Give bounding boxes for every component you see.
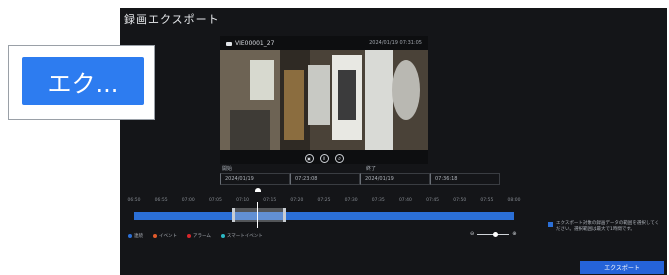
legend-swatch (153, 234, 157, 238)
zoom-slider[interactable] (477, 231, 510, 237)
timeline-tick: 07:40 (398, 198, 412, 203)
export-button[interactable]: エクスポート (580, 261, 664, 274)
legend-item: スマートイベント (220, 233, 263, 239)
rewind-icon[interactable]: ↺ (334, 154, 344, 163)
selection-range[interactable] (232, 208, 286, 222)
timeline-tick: 07:30 (344, 198, 358, 203)
legend-label: スマートイベント (226, 234, 263, 239)
timeline-tick: 07:05 (208, 198, 222, 203)
start-time-field[interactable]: 07:23:08 (290, 173, 360, 185)
end-label: 終了 (366, 166, 377, 172)
playhead-handle[interactable] (255, 188, 261, 192)
timeline-tick: 08:00 (507, 198, 521, 203)
camera-name: VIE00001_27 (235, 40, 275, 47)
video-controls: ▣ Ⅱ ↺ (220, 154, 428, 164)
timeline-tick: 07:50 (453, 198, 467, 203)
video-timestamp: 2024/01/19 07:31:05 (369, 40, 422, 46)
end-time-field[interactable]: 07:36:18 (430, 173, 500, 185)
camera-icon (226, 41, 232, 46)
video-image (220, 50, 428, 150)
timeline-tick: 07:10 (236, 198, 250, 203)
note-text: エクスポート対象の録画データの範囲を選択してください。選択範囲は最大で1時間です… (556, 221, 660, 232)
end-date-field[interactable]: 2024/01/19 (360, 173, 430, 185)
export-note: エクスポート対象の録画データの範囲を選択してください。選択範囲は最大で1時間です… (548, 221, 660, 233)
legend-label: 連続 (134, 234, 143, 239)
legend-label: アラーム (193, 234, 211, 239)
zoomed-button-callout: エク... (8, 45, 155, 120)
export-dialog: 録画エクスポート VIE00001_27 2024/01/19 07:31:05 (120, 8, 667, 275)
zoom-control: ⊖ ⊕ (470, 231, 516, 237)
start-date-field[interactable]: 2024/01/19 (220, 173, 290, 185)
video-panel: VIE00001_27 2024/01/19 07:31:05 ▣ Ⅱ ↺ (220, 36, 428, 164)
recording-bar[interactable] (134, 212, 514, 220)
timeline-tick: 07:55 (480, 198, 494, 203)
callout-button-preview: エク... (22, 57, 144, 105)
legend-label: イベント (159, 234, 177, 239)
timeline-tick: 07:15 (263, 198, 277, 203)
pause-icon[interactable]: Ⅱ (319, 154, 329, 163)
timeline-tick: 07:35 (371, 198, 385, 203)
timeline-ticks: 06:50 06:55 07:00 07:05 07:10 07:15 07:20 07:25… (120, 198, 521, 206)
snapshot-icon[interactable]: ▣ (304, 154, 314, 163)
legend-swatch (220, 234, 225, 238)
legend-item: イベント (153, 233, 177, 239)
camera-label: VIE00001_27 (226, 40, 274, 47)
info-icon (548, 222, 553, 227)
legend-item: 連続 (128, 233, 143, 239)
legend-swatch (128, 234, 132, 238)
legend-swatch (187, 234, 191, 238)
timeline-tick: 07:45 (426, 198, 440, 203)
playhead-line (257, 202, 258, 228)
start-label: 開始 (222, 166, 233, 172)
timeline-tick: 06:50 (127, 198, 141, 203)
zoom-in-icon[interactable]: ⊕ (512, 231, 516, 237)
video-frame[interactable] (220, 50, 428, 150)
legend: 連続 イベント アラーム スマートイベント (128, 233, 263, 239)
dialog-title: 録画エクスポート (124, 13, 220, 26)
legend-item: アラーム (187, 233, 211, 239)
zoom-out-icon[interactable]: ⊖ (470, 231, 474, 237)
zoom-knob[interactable] (493, 231, 499, 237)
timeline-tick: 07:20 (290, 198, 304, 203)
timeline-tick: 07:00 (181, 198, 195, 203)
timeline-tick: 06:55 (154, 198, 168, 203)
timeline-tick: 07:25 (317, 198, 331, 203)
